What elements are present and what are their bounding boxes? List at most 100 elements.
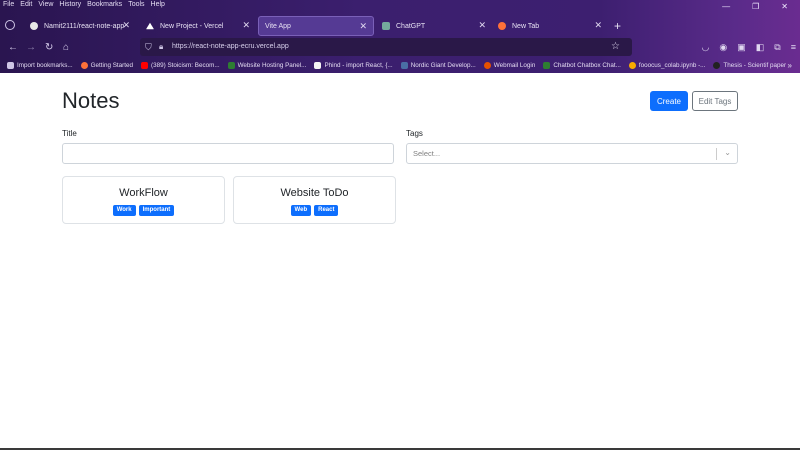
select-separator bbox=[716, 148, 717, 160]
tags-label: Tags bbox=[406, 129, 423, 138]
bookmark-item[interactable]: Nordic Giant Develop... bbox=[400, 62, 476, 69]
page-title: Notes bbox=[62, 88, 120, 113]
menu-view[interactable]: View bbox=[38, 0, 53, 10]
import-icon bbox=[7, 62, 14, 69]
note-title: Website ToDo bbox=[280, 187, 349, 199]
close-tab-icon[interactable]: ✕ bbox=[478, 20, 486, 31]
translate-icon[interactable]: ◧ bbox=[756, 40, 765, 54]
tab-new-tab[interactable]: New Tab ✕ bbox=[492, 16, 608, 36]
tag-badge: Web bbox=[290, 205, 312, 216]
bookmark-label: Phind - import React, {... bbox=[324, 62, 393, 69]
tab-strip: Namit2111/react-note-app ✕ New Project -… bbox=[0, 16, 800, 36]
new-tab-icon[interactable]: + bbox=[614, 16, 621, 36]
colab-icon bbox=[628, 62, 636, 69]
window-controls: — ❐ ✕ bbox=[722, 0, 796, 14]
tag-badge: React bbox=[314, 205, 339, 216]
tab-vercel[interactable]: New Project - Vercel ✕ bbox=[140, 16, 256, 36]
bookmark-item[interactable]: Website Hosting Panel... bbox=[227, 62, 307, 69]
title-input[interactable] bbox=[62, 143, 394, 164]
bookmark-item[interactable]: fooocus_colab.ipynb -... bbox=[628, 62, 706, 69]
tag-badge: Work bbox=[112, 205, 136, 216]
note-tags: Work Important bbox=[63, 205, 224, 216]
thesis-icon bbox=[713, 62, 721, 69]
phind-icon bbox=[314, 62, 322, 69]
chevron-down-icon[interactable]: ⌄ bbox=[724, 147, 731, 159]
close-tab-icon[interactable]: ✕ bbox=[594, 20, 602, 31]
tab-chatgpt[interactable]: ChatGPT ✕ bbox=[376, 16, 492, 36]
bookmark-label: fooocus_colab.ipynb -... bbox=[638, 62, 706, 69]
note-tags: Web React bbox=[234, 205, 395, 216]
bookmark-item[interactable]: Chatbot Chatbox Chat... bbox=[543, 62, 621, 69]
close-window-icon[interactable]: ✕ bbox=[781, 0, 788, 14]
menu-bar: File Edit View History Bookmarks Tools H… bbox=[0, 0, 165, 10]
tab-label: New Tab bbox=[512, 22, 540, 30]
extensions-puzzle-icon[interactable]: ⧉ bbox=[774, 40, 780, 54]
restore-icon[interactable]: ❐ bbox=[752, 0, 759, 14]
account-icon[interactable]: ◉ bbox=[719, 40, 727, 54]
youtube-icon bbox=[141, 62, 148, 69]
bookmark-label: Chatbot Chatbox Chat... bbox=[553, 62, 621, 69]
tags-select[interactable]: Select... ⌄ bbox=[406, 143, 738, 164]
title-label: Title bbox=[62, 129, 77, 138]
bookmark-item[interactable]: Phind - import React, {... bbox=[314, 62, 393, 69]
bookmark-label: Webmail Login bbox=[493, 62, 536, 69]
hosting-icon bbox=[227, 62, 235, 69]
bookmark-label: Thesis - Scientif paper bbox=[723, 62, 787, 69]
chatgpt-icon bbox=[382, 22, 390, 30]
bookmark-label: Import bookmarks... bbox=[17, 62, 73, 69]
reload-icon[interactable]: ↻ bbox=[45, 41, 53, 55]
menu-tools[interactable]: Tools bbox=[128, 0, 144, 10]
shield-icon[interactable]: ⛉ bbox=[145, 41, 152, 53]
webmail-icon bbox=[483, 62, 491, 69]
firefox-icon bbox=[498, 22, 506, 30]
firefox-icon bbox=[80, 62, 88, 69]
back-icon[interactable]: ← bbox=[8, 41, 18, 55]
chatbot-icon bbox=[543, 62, 551, 69]
bookmark-item[interactable]: (389) Stoicism: Becom... bbox=[141, 62, 220, 69]
tab-github[interactable]: Namit2111/react-note-app ✕ bbox=[24, 16, 136, 36]
create-button[interactable]: Create bbox=[650, 91, 688, 111]
lock-icon[interactable]: 🔒︎ bbox=[159, 41, 163, 53]
tab-label: New Project - Vercel bbox=[160, 22, 224, 30]
note-card[interactable]: WorkFlow Work Important bbox=[62, 176, 225, 224]
tab-label: Vite App bbox=[265, 22, 291, 30]
address-bar[interactable]: ⛉ 🔒︎ https://react-note-app-ecru.vercel.… bbox=[140, 38, 632, 56]
bookmark-item[interactable]: Webmail Login bbox=[483, 62, 536, 69]
close-tab-icon[interactable]: ✕ bbox=[359, 21, 367, 32]
tags-placeholder: Select... bbox=[413, 149, 441, 158]
edit-tags-button[interactable]: Edit Tags bbox=[692, 91, 738, 111]
close-tab-icon[interactable]: ✕ bbox=[242, 20, 250, 31]
tab-label: Namit2111/react-note-app bbox=[44, 22, 125, 30]
bookmark-label: Website Hosting Panel... bbox=[237, 62, 307, 69]
home-icon[interactable]: ⌂ bbox=[63, 41, 69, 55]
bookmark-item[interactable]: Thesis - Scientif paper bbox=[713, 62, 786, 69]
page-content: Notes Create Edit Tags Title Tags Select… bbox=[0, 73, 800, 450]
minimize-icon[interactable]: — bbox=[722, 0, 730, 14]
menu-help[interactable]: Help bbox=[151, 0, 165, 10]
bookmark-label: (389) Stoicism: Becom... bbox=[151, 62, 220, 69]
note-title: WorkFlow bbox=[119, 187, 168, 199]
forward-icon[interactable]: → bbox=[26, 41, 36, 55]
bookmark-item[interactable]: Import bookmarks... bbox=[7, 62, 73, 69]
pocket-icon[interactable]: ◡ bbox=[702, 40, 710, 54]
note-card[interactable]: Website ToDo Web React bbox=[233, 176, 396, 224]
bookmark-star-icon[interactable]: ☆ bbox=[611, 40, 620, 54]
nordic-icon bbox=[400, 62, 408, 69]
extension-icon[interactable]: ▣ bbox=[737, 40, 746, 54]
vercel-icon bbox=[146, 22, 154, 30]
menu-bookmarks[interactable]: Bookmarks bbox=[87, 0, 122, 10]
browser-chrome: File Edit View History Bookmarks Tools H… bbox=[0, 0, 800, 73]
url-text[interactable]: https://react-note-app-ecru.vercel.app bbox=[172, 41, 289, 53]
menu-history[interactable]: History bbox=[59, 0, 81, 10]
bookmarks-overflow-icon[interactable]: » bbox=[788, 59, 792, 72]
tab-vite-app[interactable]: Vite App ✕ bbox=[258, 16, 374, 36]
bookmark-label: Nordic Giant Develop... bbox=[410, 62, 476, 69]
menu-edit[interactable]: Edit bbox=[20, 0, 32, 10]
hamburger-menu-icon[interactable]: ≡ bbox=[791, 40, 796, 54]
close-tab-icon[interactable]: ✕ bbox=[122, 20, 130, 31]
menu-file[interactable]: File bbox=[3, 0, 14, 10]
bookmarks-bar: Import bookmarks... Getting Started (389… bbox=[0, 59, 800, 72]
bookmark-item[interactable]: Getting Started bbox=[80, 62, 133, 69]
github-icon bbox=[30, 22, 38, 30]
tab-label: ChatGPT bbox=[396, 22, 426, 30]
